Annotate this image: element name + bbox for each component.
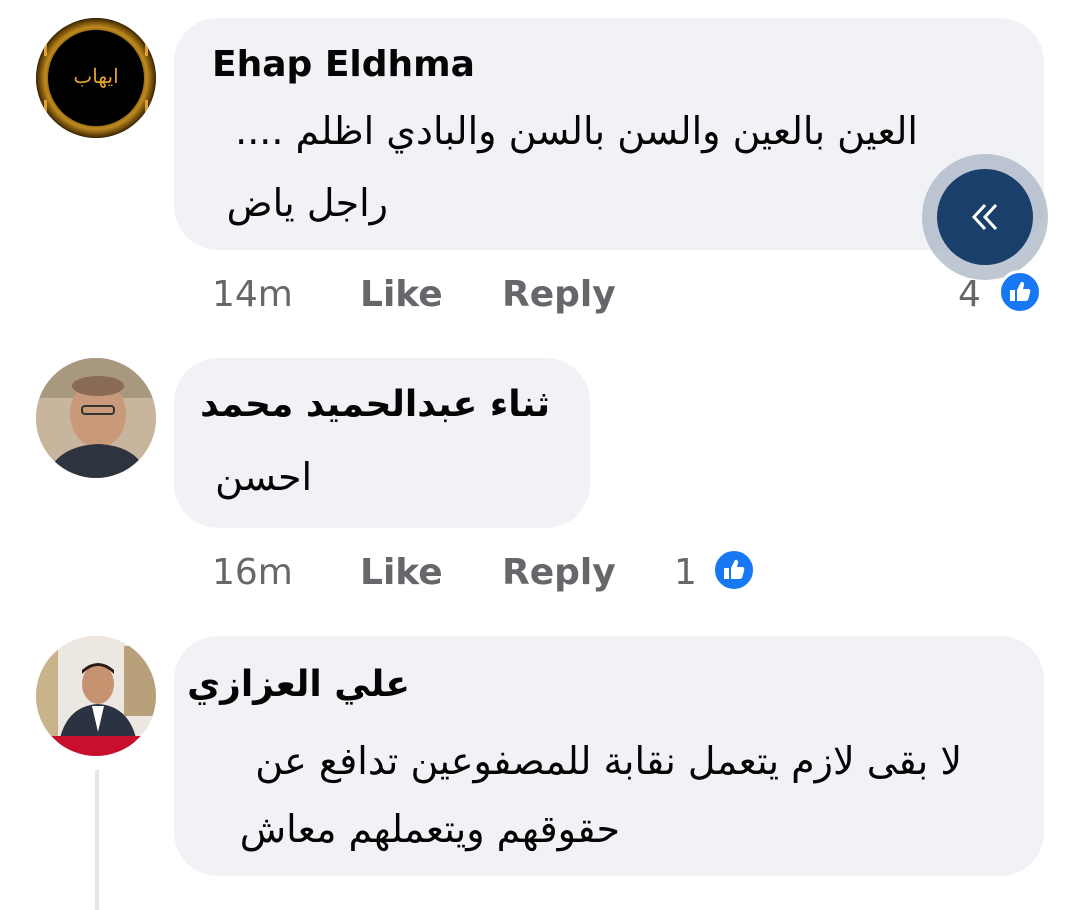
avatar[interactable]	[36, 636, 156, 756]
thread-line	[95, 770, 99, 910]
reaction-count[interactable]: 1	[674, 552, 697, 593]
comment-author[interactable]: Ehap Eldhma	[212, 44, 475, 85]
like-button[interactable]: Like	[360, 274, 443, 315]
reply-button[interactable]: Reply	[502, 274, 616, 315]
reaction-like-badge[interactable]	[998, 270, 1042, 314]
comment-text-line: احسن	[215, 455, 312, 499]
comment-text-line: حقوقهم ويتعملهم معاش	[239, 807, 620, 851]
comment-author[interactable]: ثناء عبدالحميد محمد	[200, 384, 550, 425]
avatar[interactable]	[36, 358, 156, 478]
thumbs-up-icon	[1010, 281, 1031, 301]
comment-timestamp: 16m	[212, 552, 293, 593]
avatar-image	[36, 358, 156, 478]
avatar-logo-text: ايهاب	[73, 64, 119, 88]
comment-timestamp: 14m	[212, 274, 293, 315]
thumbs-up-icon	[724, 559, 745, 579]
reaction-like-badge[interactable]	[712, 548, 756, 592]
comment-text-line: لا بقى لازم يتعمل نقابة للمصفوعين تدافع …	[255, 739, 962, 783]
avatar-image	[36, 636, 156, 756]
double-chevron-left-icon	[971, 203, 998, 231]
avatar[interactable]: ايهاب	[36, 18, 156, 138]
scroll-fab-button[interactable]	[922, 154, 1048, 280]
comment-author[interactable]: علي العزازي	[187, 664, 410, 705]
reaction-count[interactable]: 4	[958, 274, 981, 315]
comment-text-line: راجل ياض	[226, 181, 388, 225]
reply-button[interactable]: Reply	[502, 552, 616, 593]
comment-text-line: العين بالعين والسن بالسن والبادي اظلم ..…	[235, 109, 918, 153]
like-button[interactable]: Like	[360, 552, 443, 593]
